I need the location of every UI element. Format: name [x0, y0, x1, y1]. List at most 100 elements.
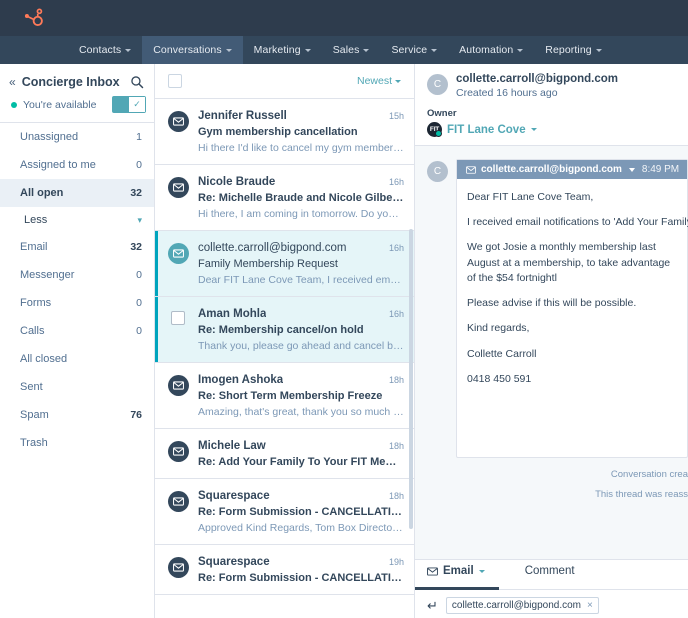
conversation-row[interactable]: Imogen Ashoka 18h Re: Short Term Membershi… — [155, 363, 414, 429]
sidebar-item-label: Unassigned — [20, 131, 79, 143]
inbox-sidebar: « Concierge Inbox You're available ✓ Una… — [0, 64, 155, 618]
sidebar-item-messenger[interactable]: Messenger 0 — [0, 261, 154, 289]
chevron-down-icon — [431, 48, 438, 52]
conversation-row[interactable]: Squarespace 19h Re: Form Submission - CANC… — [155, 545, 414, 595]
conversation-time: 18h — [388, 441, 404, 451]
message-paragraph: Kind regards, — [467, 322, 530, 335]
conversation-time: 18h — [388, 375, 404, 385]
sidebar-item-all-closed[interactable]: All closed — [0, 345, 154, 373]
message-body: Dear FIT Lane Cove Team, I received email… — [457, 179, 688, 401]
nav-item-label: Automation — [459, 44, 514, 56]
composer-tabs: Email Comment — [415, 560, 688, 590]
conversation-row[interactable]: Jennifer Russell 15h Gym membership cancel… — [155, 99, 414, 165]
conversation-time: 16h — [388, 243, 404, 253]
nav-logo-spacer — [0, 36, 68, 64]
sidebar-item-forms[interactable]: Forms 0 — [0, 289, 154, 317]
availability-toggle[interactable]: ✓ — [112, 96, 146, 113]
nav-item-conversations[interactable]: Conversations — [142, 36, 243, 64]
conversation-row[interactable]: Michele Law 18h Re: Add Your Family To You… — [155, 429, 414, 479]
conversation-row-top: Nicole Braude 16h — [198, 176, 404, 188]
conversation-time: 15h — [388, 111, 404, 121]
conversation-header-top: C collette.carroll@bigpond.com Created 1… — [427, 73, 688, 99]
chevron-down-icon — [304, 48, 311, 52]
availability-row: You're available ✓ — [0, 96, 154, 122]
sidebar-item-count: 1 — [136, 131, 142, 143]
message-sender: collette.carroll@bigpond.com — [481, 164, 622, 175]
sidebar-channels: Email 32 Messenger 0 Forms 0 Calls 0 — [0, 233, 154, 345]
conversation-content: Imogen Ashoka 18h Re: Short Term Membershi… — [198, 374, 404, 418]
envelope-icon — [173, 117, 184, 126]
tab-email-label: Email — [443, 565, 474, 577]
conversation-avatar — [168, 375, 189, 396]
chevron-down-icon — [125, 48, 132, 52]
sidebar-item-calls[interactable]: Calls 0 — [0, 317, 154, 345]
remove-recipient-icon[interactable]: × — [587, 600, 593, 611]
contact-avatar: C — [427, 74, 448, 95]
sidebar-item-trash[interactable]: Trash — [0, 429, 154, 457]
sidebar-item-spam[interactable]: Spam 76 — [0, 401, 154, 429]
owner-label: Owner — [427, 108, 457, 119]
message-body-spacer — [457, 401, 687, 457]
conversation-row[interactable]: Aman Mohla 16h Re: Membership cancel/on ho… — [155, 297, 414, 363]
conversation-sender: Squarespace — [198, 556, 270, 568]
list-scrollbar[interactable] — [409, 229, 413, 529]
message-header-bar[interactable]: collette.carroll@bigpond.com 8:49 PM — [457, 160, 687, 179]
nav-item-label: Sales — [332, 44, 360, 56]
nav-item-automation[interactable]: Automation — [448, 36, 534, 64]
chevron-down-icon — [530, 128, 537, 131]
conversation-row-top: Squarespace 18h — [198, 490, 404, 502]
row-checkbox[interactable] — [171, 311, 185, 325]
owner-selector[interactable]: FIT FIT Lane Cove — [427, 122, 688, 137]
conversation-content: Squarespace 19h Re: Form Submission - CANC… — [198, 556, 404, 584]
sidebar-header: « Concierge Inbox — [0, 64, 154, 96]
sidebar-item-all-open[interactable]: All open 32 — [0, 179, 154, 207]
sidebar-item-count: 0 — [136, 325, 142, 337]
sort-label: Newest — [356, 75, 392, 87]
conversation-preview: Hi there, I am coming in tomorrow. Do yo… — [198, 208, 404, 220]
message-paragraph: 0418 450 591 — [467, 372, 532, 385]
conversation-sender: Squarespace — [198, 490, 270, 502]
nav-item-label: Marketing — [253, 44, 301, 56]
search-icon[interactable] — [130, 75, 144, 89]
conversation-avatar — [168, 111, 189, 132]
nav-item-contacts[interactable]: Contacts — [68, 36, 142, 64]
sidebar-item-assigned-to-me[interactable]: Assigned to me 0 — [0, 151, 154, 179]
select-all-checkbox[interactable] — [168, 74, 182, 88]
availability-status-dot — [11, 101, 17, 108]
recipient-chip[interactable]: collette.carroll@bigpond.com × — [445, 597, 599, 614]
conversation-time: 16h — [388, 309, 404, 319]
contact-identity: collette.carroll@bigpond.com Created 16 … — [456, 73, 618, 99]
envelope-icon — [173, 249, 184, 258]
conversation-row[interactable]: Squarespace 18h Re: Form Submission - CANC… — [155, 479, 414, 545]
nav-item-service[interactable]: Service — [380, 36, 448, 64]
sidebar-item-count: 76 — [130, 409, 142, 421]
nav-item-marketing[interactable]: Marketing — [243, 36, 322, 64]
hubspot-logo[interactable] — [0, 8, 68, 28]
availability-label: You're available — [23, 98, 97, 111]
main-nav: Contacts Conversations Marketing Sales Servi… — [0, 36, 688, 64]
conversation-content: Jennifer Russell 15h Gym membership cancel… — [198, 110, 404, 154]
sidebar-item-sent[interactable]: Sent — [0, 373, 154, 401]
sort-dropdown[interactable]: Newest — [357, 75, 401, 87]
sidebar-less-toggle[interactable]: Less ▾ — [0, 207, 154, 233]
conversation-sender: Aman Mohla — [198, 308, 267, 320]
reply-arrow-icon[interactable]: ↵ — [427, 598, 438, 614]
sidebar-item-email[interactable]: Email 32 — [0, 233, 154, 261]
sidebar-views: Unassigned 1 Assigned to me 0 All open 32 — [0, 123, 154, 207]
conversation-row-top: Aman Mohla 16h — [198, 308, 404, 320]
nav-item-sales[interactable]: Sales — [322, 36, 381, 64]
chevron-down-icon — [517, 48, 524, 52]
conversation-avatar — [168, 491, 189, 512]
nav-item-reporting[interactable]: Reporting — [534, 36, 612, 64]
conversation-row[interactable]: collette.carroll@bigpond.com 16h Family Me… — [155, 231, 414, 297]
conversation-row[interactable]: Nicole Braude 16h Re: Michelle Braude and … — [155, 165, 414, 231]
sidebar-item-unassigned[interactable]: Unassigned 1 — [0, 123, 154, 151]
conversation-subject: Re: Add Your Family To Your FIT Membersh… — [198, 456, 404, 468]
collapse-sidebar-icon[interactable]: « — [9, 76, 16, 88]
conversation-row-top: Michele Law 18h — [198, 440, 404, 452]
tab-comment[interactable]: Comment — [499, 560, 589, 589]
system-message: This thread was reass — [595, 488, 688, 500]
contact-email[interactable]: collette.carroll@bigpond.com — [456, 73, 618, 85]
tab-email[interactable]: Email — [415, 560, 499, 590]
conversation-avatar — [168, 177, 189, 198]
